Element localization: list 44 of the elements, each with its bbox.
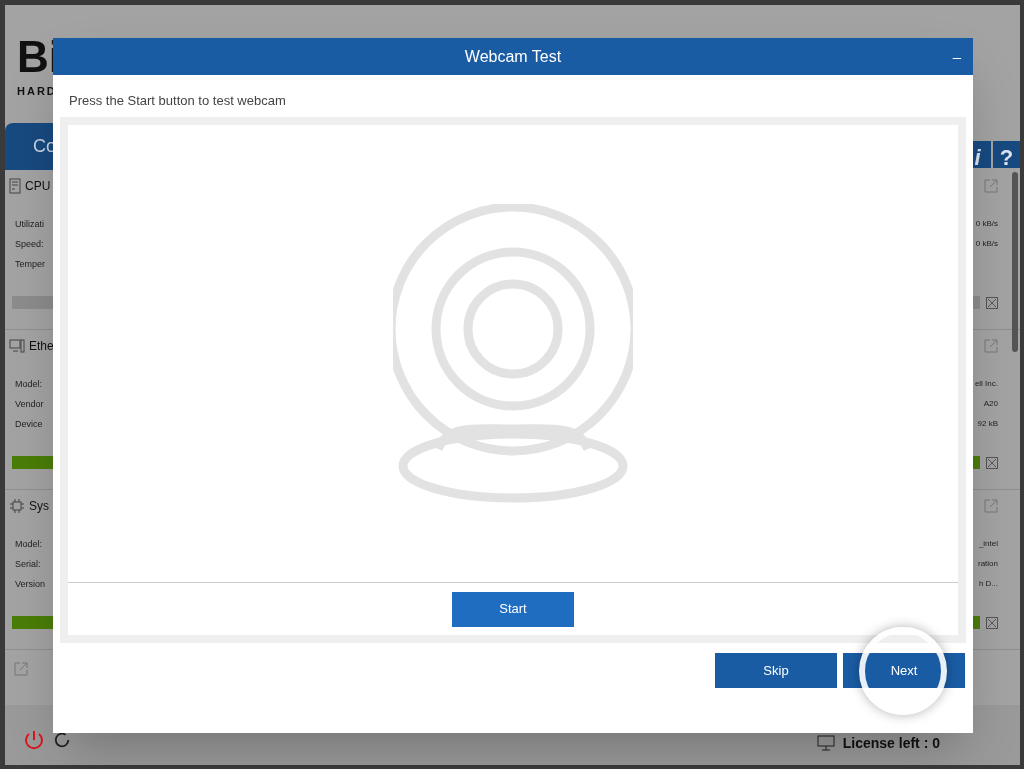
panel-title: CPU — [25, 178, 51, 195]
field-label: Version — [15, 578, 46, 591]
field-value: _intel — [978, 538, 998, 550]
skip-button[interactable]: Skip — [715, 653, 837, 688]
external-link-icon[interactable] — [984, 499, 998, 513]
field-label: Serial: — [15, 558, 42, 571]
external-link-icon[interactable] — [984, 179, 998, 193]
webcam-icon — [393, 203, 633, 502]
instruction-text: Press the Start button to test webcam — [68, 92, 287, 110]
monitor-icon — [816, 735, 835, 751]
next-button[interactable]: Next — [843, 653, 965, 688]
field-label: Model: — [15, 538, 43, 551]
logo-subtitle: HARD — [17, 84, 58, 99]
field-label: Model: — [15, 378, 43, 391]
close-icon[interactable] — [986, 616, 998, 629]
minimize-button[interactable]: – — [952, 46, 961, 69]
close-icon[interactable] — [986, 456, 998, 469]
external-link-icon[interactable] — [984, 339, 998, 353]
computer-icon — [9, 339, 25, 353]
field-label: Device — [15, 418, 44, 431]
field-label: Speed: — [15, 238, 45, 251]
field-value: 0 kB/s — [975, 218, 998, 230]
field-label: Utilizati — [15, 218, 45, 231]
field-value: 0 kB/s — [975, 238, 998, 250]
field-value: A20 — [983, 398, 998, 410]
field-label: Vendor — [15, 398, 44, 411]
chip-icon — [9, 498, 25, 514]
dialog-title: Webcam Test — [464, 46, 562, 67]
panel-title: Sys — [29, 498, 49, 515]
scrollbar[interactable] — [1012, 172, 1018, 352]
power-icon[interactable] — [23, 729, 45, 751]
license-count: License left : 0 — [842, 735, 940, 751]
field-label: Temper — [15, 258, 45, 271]
external-link-icon[interactable] — [14, 662, 28, 676]
field-value: h D... — [978, 578, 998, 590]
start-button[interactable]: Start — [452, 591, 574, 627]
field-value: ration — [978, 558, 998, 570]
server-icon — [9, 178, 21, 194]
help-button[interactable]: ? — [993, 141, 1020, 168]
close-icon[interactable] — [986, 296, 998, 309]
field-value: 92 kB — [977, 418, 998, 430]
panel-title: Ethe — [29, 338, 54, 355]
refresh-icon[interactable] — [53, 731, 71, 749]
field-value: ell Inc. — [974, 378, 998, 390]
